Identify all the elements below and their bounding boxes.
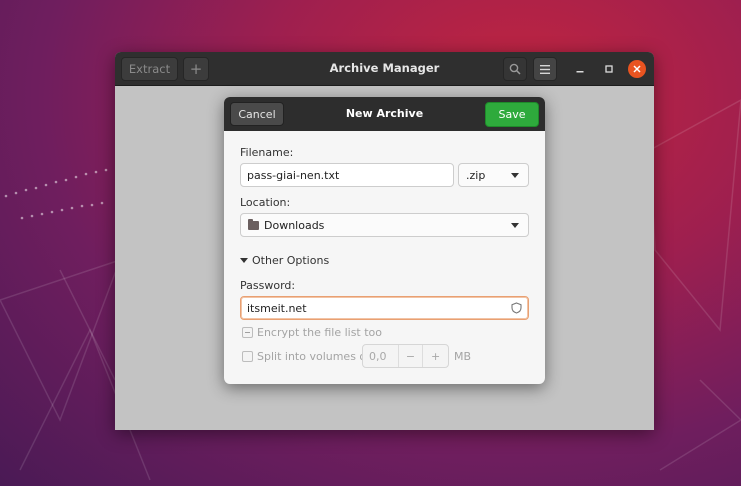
minimize-button[interactable] bbox=[571, 60, 589, 78]
expander-arrow-icon bbox=[240, 258, 248, 263]
minimize-icon bbox=[576, 71, 584, 73]
maximize-icon bbox=[605, 65, 613, 73]
other-options-label: Other Options bbox=[252, 254, 330, 267]
save-button[interactable]: Save bbox=[485, 102, 539, 127]
hamburger-menu-icon bbox=[540, 64, 550, 74]
search-button[interactable] bbox=[503, 57, 527, 81]
password-label: Password: bbox=[240, 279, 296, 292]
location-value: Downloads bbox=[264, 218, 325, 232]
close-icon bbox=[633, 65, 641, 73]
location-label: Location: bbox=[240, 196, 291, 209]
volume-unit-label: MB bbox=[454, 350, 472, 363]
search-icon bbox=[509, 63, 521, 75]
extract-button[interactable]: Extract bbox=[121, 57, 178, 81]
encrypt-label: Encrypt the file list too bbox=[257, 326, 383, 339]
other-options-expander[interactable]: Other Options bbox=[240, 254, 329, 267]
volume-size-stepper[interactable]: 0,0 − + bbox=[362, 344, 449, 368]
filename-value: pass-giai-nen.txt bbox=[247, 168, 340, 182]
menu-button[interactable] bbox=[533, 57, 557, 81]
close-button[interactable] bbox=[628, 60, 646, 78]
dialog-headerbar: Cancel New Archive Save bbox=[224, 97, 545, 131]
extension-dropdown[interactable]: .zip bbox=[458, 163, 529, 187]
filename-label: Filename: bbox=[240, 146, 294, 159]
cancel-button[interactable]: Cancel bbox=[230, 102, 284, 126]
folder-icon bbox=[248, 218, 259, 230]
plus-icon: + bbox=[189, 60, 203, 78]
extension-value: .zip bbox=[466, 168, 486, 182]
password-input[interactable]: itsmeit.net bbox=[240, 296, 529, 320]
add-files-button[interactable]: + bbox=[183, 57, 209, 81]
split-label: Split into volumes of bbox=[257, 350, 371, 363]
chevron-down-icon bbox=[511, 173, 519, 178]
location-dropdown[interactable]: Downloads bbox=[240, 213, 529, 237]
encrypt-file-list-option[interactable]: Encrypt the file list too bbox=[242, 326, 382, 339]
volume-size-value[interactable]: 0,0 bbox=[363, 345, 399, 367]
shield-icon[interactable] bbox=[511, 302, 522, 314]
chevron-down-icon bbox=[511, 223, 519, 228]
filename-input[interactable]: pass-giai-nen.txt bbox=[240, 163, 454, 187]
maximize-button[interactable] bbox=[600, 60, 618, 78]
encrypt-checkbox[interactable] bbox=[242, 327, 253, 338]
password-value: itsmeit.net bbox=[247, 301, 307, 315]
split-volumes-option[interactable]: Split into volumes of bbox=[242, 350, 370, 363]
window-headerbar: Extract + Archive Manager bbox=[115, 52, 654, 86]
new-archive-dialog: Cancel New Archive Save Filename: pass-g… bbox=[224, 97, 545, 384]
volume-increment-button[interactable]: + bbox=[423, 345, 448, 367]
volume-decrement-button[interactable]: − bbox=[399, 345, 424, 367]
split-checkbox[interactable] bbox=[242, 351, 253, 362]
